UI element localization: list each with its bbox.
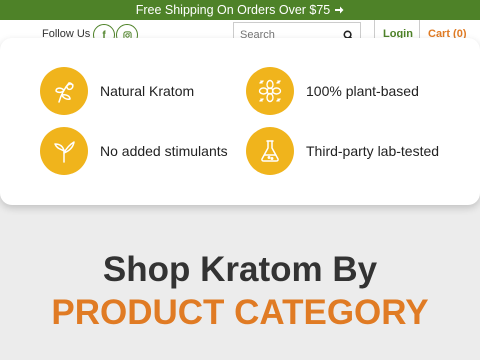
leaf-icon xyxy=(40,67,88,115)
flask-icon xyxy=(246,127,294,175)
promo-bar[interactable]: Free Shipping On Orders Over $75 xyxy=(0,0,480,20)
section-heading: Shop Kratom By PRODUCT CATEGORY xyxy=(0,250,480,336)
feature-no-stimulants: No added stimulants xyxy=(40,127,228,175)
arrow-right-icon xyxy=(335,6,344,14)
flower-icon xyxy=(246,67,294,115)
feature-plant-based: 100% plant-based xyxy=(246,67,419,115)
feature-natural-kratom: Natural Kratom xyxy=(40,67,194,115)
feature-label: Third-party lab-tested xyxy=(306,143,440,159)
section-title: Shop Kratom By xyxy=(102,250,378,289)
feature-lab-tested: Third-party lab-tested xyxy=(246,127,439,175)
section-subtitle: PRODUCT CATEGORY xyxy=(51,293,429,332)
sprout-icon xyxy=(40,127,88,175)
feature-label: No added stimulants xyxy=(100,143,228,159)
feature-label: 100% plant-based xyxy=(306,83,419,99)
feature-label: Natural Kratom xyxy=(100,83,195,99)
features-card: Natural Kratom 100% plant-based No added… xyxy=(0,38,480,205)
promo-text[interactable]: Free Shipping On Orders Over $75 xyxy=(136,3,331,17)
